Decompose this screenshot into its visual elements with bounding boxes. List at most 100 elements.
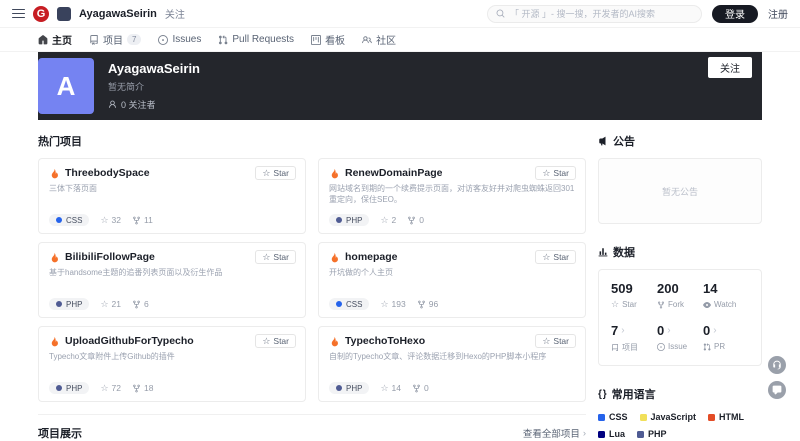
project-name[interactable]: TypechoToHexo xyxy=(345,335,425,347)
tab-projects[interactable]: 项目 7 xyxy=(89,28,141,52)
project-card[interactable]: UploadGithubForTypecho ☆Star Typecho文章附件… xyxy=(38,326,306,402)
profile-info: AyagawaSeirin 暂无简介 0 关注者 xyxy=(108,61,200,111)
tab-label: Pull Requests xyxy=(232,34,294,45)
stat-star[interactable]: 509 ☆Star xyxy=(611,281,657,309)
project-card[interactable]: BilibiliFollowPage ☆Star 基于handsome主题的追番… xyxy=(38,242,306,318)
tab-label: 社区 xyxy=(376,32,396,47)
star-icon: ☆ xyxy=(380,216,388,225)
project-name[interactable]: ThreebodySpace xyxy=(65,167,150,179)
tab-label: Issues xyxy=(172,34,201,45)
project-card[interactable]: RenewDomainPage ☆Star 网站域名到期的一个续费提示页面，对访… xyxy=(318,158,586,234)
flame-icon xyxy=(49,252,60,263)
languages-title: 常用语言 xyxy=(612,386,656,402)
showcase-title: 项目展示 xyxy=(38,425,82,441)
language-badge[interactable]: PHP xyxy=(49,382,89,394)
fork-count[interactable]: 0 xyxy=(407,215,424,225)
view-all-projects-link[interactable]: 查看全部项目› xyxy=(523,426,586,440)
profile-avatar: A xyxy=(38,58,94,114)
star-button[interactable]: ☆Star xyxy=(255,166,296,180)
stat-projects[interactable]: 7› 项目 xyxy=(611,323,657,353)
profile-banner: A AyagawaSeirin 暂无简介 0 关注者 关注 xyxy=(38,52,762,120)
language-badge[interactable]: CSS xyxy=(49,214,89,226)
login-button[interactable]: 登录 xyxy=(712,5,758,23)
project-description: 自制的Typecho文章、评论数据迁移到Hexo的PHP脚本小程序 xyxy=(329,351,575,382)
star-button[interactable]: ☆Star xyxy=(255,334,296,348)
top-navbar: G AyagawaSeirin 关注 登录 注册 xyxy=(0,0,800,28)
flame-icon xyxy=(49,336,60,347)
project-card[interactable]: homepage ☆Star 开坑做的个人主页 CSS ☆193 96 xyxy=(318,242,586,318)
language-badge[interactable]: PHP xyxy=(49,298,89,310)
stat-prs[interactable]: 0› PR xyxy=(703,323,749,353)
tab-board[interactable]: 看板 xyxy=(311,28,345,52)
fork-icon xyxy=(657,301,665,309)
star-button[interactable]: ☆Star xyxy=(535,334,576,348)
tab-label: 主页 xyxy=(52,32,72,47)
stat-issues[interactable]: 0› Issue xyxy=(657,323,703,353)
language-color-swatch xyxy=(598,414,605,421)
fork-icon xyxy=(412,384,421,393)
star-count[interactable]: ☆14 xyxy=(380,383,401,393)
register-link[interactable]: 注册 xyxy=(768,6,788,21)
star-button[interactable]: ☆Star xyxy=(535,166,576,180)
tab-home[interactable]: 主页 xyxy=(38,28,72,52)
language-badge[interactable]: PHP xyxy=(329,214,369,226)
language-item[interactable]: Lua xyxy=(598,429,625,439)
project-card[interactable]: ThreebodySpace ☆Star 三体下落页面 CSS ☆32 11 xyxy=(38,158,306,234)
topbar-username[interactable]: AyagawaSeirin xyxy=(79,8,157,20)
star-icon: ☆ xyxy=(100,216,108,225)
floating-buttons xyxy=(768,356,786,399)
user-mini-avatar[interactable] xyxy=(57,7,71,21)
project-description: 基于handsome主题的追番列表页面以及衍生作品 xyxy=(49,267,295,298)
tab-community[interactable]: 社区 xyxy=(362,28,396,52)
star-count[interactable]: ☆32 xyxy=(100,215,121,225)
search-input[interactable] xyxy=(510,9,693,19)
flame-icon xyxy=(49,168,60,179)
language-badge[interactable]: CSS xyxy=(329,298,369,310)
fork-count[interactable]: 0 xyxy=(412,383,429,393)
topbar-follow-link[interactable]: 关注 xyxy=(165,6,185,21)
search-box[interactable] xyxy=(487,5,702,23)
gitee-logo[interactable]: G xyxy=(33,6,49,22)
fork-icon xyxy=(132,384,141,393)
language-dot xyxy=(56,301,62,307)
stat-watch[interactable]: 14 Watch xyxy=(703,281,749,309)
language-badge[interactable]: PHP xyxy=(329,382,369,394)
star-count[interactable]: ☆21 xyxy=(100,299,121,309)
project-name[interactable]: UploadGithubForTypecho xyxy=(65,335,194,347)
star-button[interactable]: ☆Star xyxy=(255,250,296,264)
star-count[interactable]: ☆193 xyxy=(380,299,405,309)
tab-pull-requests[interactable]: Pull Requests xyxy=(218,28,294,52)
star-button[interactable]: ☆Star xyxy=(535,250,576,264)
service-float-button[interactable] xyxy=(768,356,786,374)
follow-button[interactable]: 关注 xyxy=(708,57,752,78)
project-name[interactable]: BilibiliFollowPage xyxy=(65,251,155,263)
project-description: 网站域名到期的一个续费提示页面，对访客友好并对爬虫蜘蛛返回301重定向，保住SE… xyxy=(329,183,575,214)
project-card[interactable]: TypechoToHexo ☆Star 自制的Typecho文章、评论数据迁移到… xyxy=(318,326,586,402)
star-icon: ☆ xyxy=(262,169,270,178)
fork-count[interactable]: 96 xyxy=(417,299,438,309)
chevron-right-icon: › xyxy=(621,325,624,336)
languages-section: { } 常用语言 CSS JavaScript HTML Lua PHP xyxy=(598,386,762,439)
star-icon: ☆ xyxy=(542,253,550,262)
project-name[interactable]: homepage xyxy=(345,251,398,263)
tab-label: 看板 xyxy=(325,32,345,47)
star-count[interactable]: ☆2 xyxy=(380,215,396,225)
language-list: CSS JavaScript HTML Lua PHP xyxy=(598,412,762,439)
feedback-float-button[interactable] xyxy=(768,381,786,399)
projects-count-badge: 7 xyxy=(127,34,141,45)
fork-count[interactable]: 6 xyxy=(132,299,149,309)
project-name[interactable]: RenewDomainPage xyxy=(345,167,442,179)
stat-fork[interactable]: 200 Fork xyxy=(657,281,703,309)
profile-name: AyagawaSeirin xyxy=(108,61,200,76)
language-color-swatch xyxy=(640,414,647,421)
tab-issues[interactable]: Issues xyxy=(158,28,201,52)
star-count[interactable]: ☆72 xyxy=(100,383,121,393)
language-item[interactable]: PHP xyxy=(637,429,667,439)
fork-count[interactable]: 18 xyxy=(132,383,153,393)
popular-projects-section: 热门项目 ThreebodySpace ☆Star 三体下落页面 CSS ☆32… xyxy=(38,133,586,441)
star-icon: ☆ xyxy=(100,300,108,309)
hamburger-menu-icon[interactable] xyxy=(12,7,25,21)
profile-followers[interactable]: 0 关注者 xyxy=(108,98,200,111)
flame-icon xyxy=(329,336,340,347)
fork-count[interactable]: 11 xyxy=(132,215,153,225)
